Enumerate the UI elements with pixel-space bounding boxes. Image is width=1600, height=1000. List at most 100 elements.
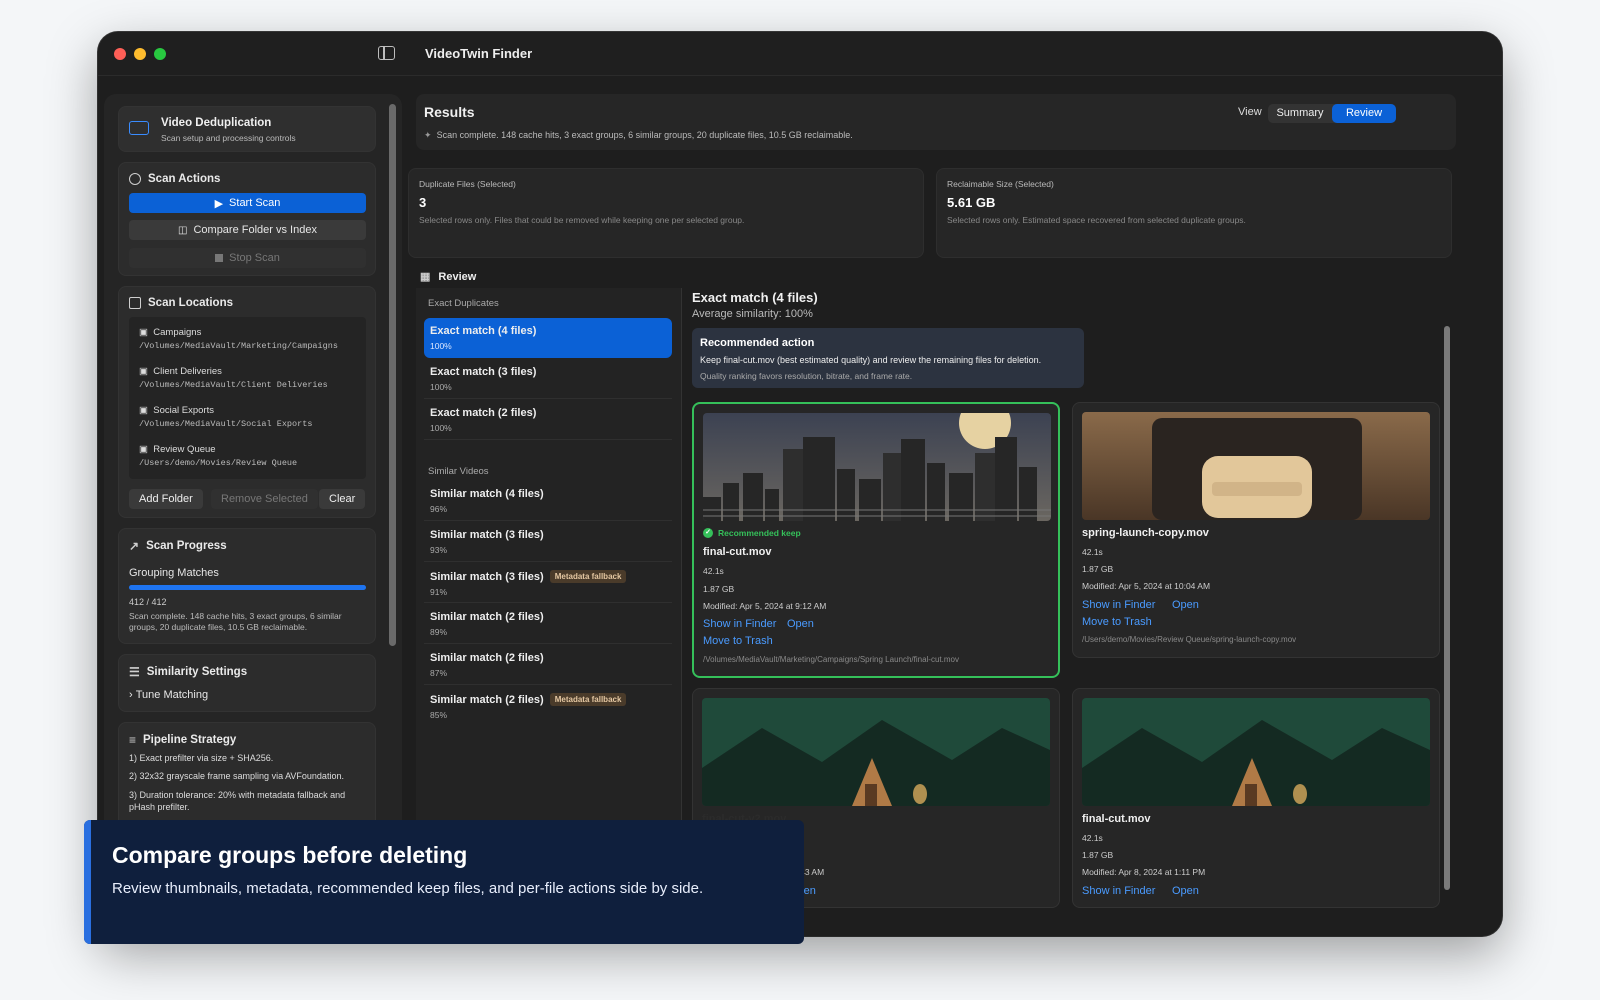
group-item[interactable]: Similar match (2 files) 89%	[424, 604, 672, 644]
group-item[interactable]: Similar match (3 files) Metadata fallback…	[424, 563, 672, 603]
metric-desc: Selected rows only. Estimated space reco…	[947, 215, 1246, 225]
remove-selected-button[interactable]: Remove Selected	[211, 489, 318, 509]
location-item[interactable]: ▣ Social Exports /Volumes/MediaVault/Soc…	[139, 405, 312, 429]
scan-progress-card: ↗ Scan Progress Grouping Matches 412 / 4…	[118, 528, 376, 644]
play-circle-icon	[129, 173, 141, 185]
city-skyline-thumbnail	[703, 413, 1051, 521]
similarity-heading: ☰ Similarity Settings	[129, 665, 247, 679]
file-modified: Modified: Apr 5, 2024 at 10:04 AM	[1082, 581, 1211, 591]
group-list: Exact Duplicates Exact match (4 files) 1…	[416, 288, 682, 908]
show-in-finder-link[interactable]: Show in Finder	[1082, 599, 1155, 611]
video-card-recommended[interactable]: ✓ Recommended keep final-cut.mov 42.1s 1…	[692, 402, 1060, 678]
exact-duplicates-heading: Exact Duplicates	[428, 298, 499, 309]
location-path: /Users/demo/Movies/Review Queue	[139, 458, 298, 468]
location-item[interactable]: ▣ Campaigns /Volumes/MediaVault/Marketin…	[139, 327, 338, 351]
pipeline-step: 1) Exact prefilter via size + SHA256.	[129, 753, 274, 763]
group-similarity: 89%	[430, 627, 448, 637]
sidebar-scrollbar[interactable]	[389, 104, 396, 646]
metric-desc: Selected rows only. Files that could be …	[419, 215, 745, 225]
location-name: Review Queue	[153, 444, 216, 455]
move-to-trash-link[interactable]: Move to Trash	[1082, 616, 1152, 628]
video-thumbnail	[1082, 698, 1430, 806]
progress-summary: Scan complete. 148 cache hits, 3 exact g…	[129, 611, 342, 632]
group-item[interactable]: Exact match (2 files) 100%	[424, 400, 672, 440]
caption-title: Compare groups before deleting	[112, 842, 468, 868]
tab-summary[interactable]: Summary	[1268, 104, 1332, 123]
scan-actions-title: Scan Actions	[148, 173, 221, 185]
compare-folder-button[interactable]: ◫ Compare Folder vs Index	[129, 220, 366, 240]
location-item[interactable]: ▣ Review Queue /Users/demo/Movies/Review…	[139, 444, 297, 468]
file-size: 1.87 GB	[1082, 850, 1114, 860]
recommendation-subtext: Quality ranking favors resolution, bitra…	[700, 371, 913, 381]
caption-accent-bar	[84, 820, 91, 944]
title-bar: VideoTwin Finder	[98, 32, 1502, 76]
close-window-button[interactable]	[114, 48, 126, 60]
minimize-window-button[interactable]	[134, 48, 146, 60]
group-similarity: 100%	[430, 423, 452, 433]
group-name: Exact match (3 files)	[430, 366, 537, 378]
detail-title: Exact match (4 files)	[692, 290, 818, 305]
results-status-text: Scan complete. 148 cache hits, 3 exact g…	[436, 130, 853, 140]
open-link[interactable]: Open	[1172, 885, 1199, 897]
video-card[interactable]: final-cut.mov 42.1s 1.87 GB Modified: Ap…	[1072, 688, 1440, 908]
scan-locations-heading: Scan Locations	[129, 297, 233, 309]
group-item[interactable]: Similar match (2 files) 87%	[424, 645, 672, 685]
results-status: ✦ Scan complete. 148 cache hits, 3 exact…	[424, 130, 853, 141]
file-name: final-cut.mov	[1082, 813, 1151, 825]
file-modified: Modified: Apr 8, 2024 at 1:11 PM	[1082, 867, 1206, 877]
scan-locations-card: Scan Locations ▣ Campaigns /Volumes/Medi…	[118, 286, 376, 518]
review-title: Review	[438, 270, 477, 283]
file-duration: 42.1s	[703, 566, 724, 576]
folder-icon	[129, 297, 141, 309]
group-name-text: Similar match (4 files)	[430, 488, 544, 500]
play-icon: ▶	[214, 197, 224, 210]
sidebar: Video Deduplication Scan setup and proce…	[104, 94, 402, 936]
main-content: Results ✦ Scan complete. 148 cache hits,…	[408, 94, 1496, 936]
group-item[interactable]: Similar match (4 files) 96%	[424, 481, 672, 521]
stop-icon	[215, 254, 224, 262]
group-item[interactable]: Similar match (2 files) Metadata fallback…	[424, 686, 672, 726]
file-name: spring-launch-copy.mov	[1082, 527, 1209, 539]
start-scan-button[interactable]: ▶ Start Scan	[129, 193, 366, 213]
open-link[interactable]: Open	[1172, 599, 1199, 611]
chart-icon: ↗	[129, 539, 140, 553]
metadata-fallback-badge: Metadata fallback	[549, 693, 627, 706]
recommended-keep-text: Recommended keep	[718, 528, 801, 538]
group-similarity: 87%	[430, 668, 448, 678]
group-similarity: 96%	[430, 504, 448, 514]
clear-button[interactable]: Clear	[319, 489, 366, 509]
group-item[interactable]: Similar match (3 files) 93%	[424, 522, 672, 562]
detail-scrollbar[interactable]	[1444, 326, 1450, 890]
group-name: Similar match (3 files)	[430, 529, 666, 541]
recommended-keep-label: ✓ Recommended keep	[703, 528, 801, 538]
sidebar-toggle-icon[interactable]	[378, 46, 395, 60]
grid-icon: ▦	[420, 271, 431, 283]
file-size: 1.87 GB	[703, 584, 735, 594]
video-icon	[129, 121, 149, 135]
duplicate-files-metric: Duplicate Files (Selected) 3 Selected ro…	[408, 168, 924, 258]
similarity-settings-card: ☰ Similarity Settings › Tune Matching	[118, 654, 376, 712]
open-link[interactable]: Open	[787, 618, 814, 630]
add-folder-button[interactable]: Add Folder	[129, 489, 203, 509]
location-item[interactable]: ▣ Client Deliveries /Volumes/MediaVault/…	[139, 366, 328, 390]
scan-progress-title: Scan Progress	[146, 540, 227, 552]
move-to-trash-link[interactable]: Move to Trash	[703, 635, 773, 647]
group-name: Similar match (2 files)	[430, 652, 666, 664]
video-thumbnail	[1082, 412, 1430, 520]
group-name: Similar match (2 files)	[430, 611, 666, 623]
stop-scan-button[interactable]: Stop Scan	[129, 248, 366, 268]
recommendation-title: Recommended action	[700, 337, 815, 349]
video-card[interactable]: spring-launch-copy.mov 42.1s 1.87 GB Mod…	[1072, 402, 1440, 658]
group-item[interactable]: Exact match (4 files) 100%	[424, 318, 672, 358]
tune-matching-disclosure[interactable]: › Tune Matching	[129, 689, 208, 701]
tab-review[interactable]: Review	[1332, 104, 1396, 123]
scan-actions-card: Scan Actions ▶ Start Scan ◫ Compare Folder…	[118, 162, 376, 276]
scan-progress-heading: ↗ Scan Progress	[129, 539, 227, 553]
zoom-window-button[interactable]	[154, 48, 166, 60]
show-in-finder-link[interactable]: Show in Finder	[1082, 885, 1155, 897]
group-item[interactable]: Exact match (3 files) 100%	[424, 359, 672, 399]
sidebar-header-card: Video Deduplication Scan setup and proce…	[118, 106, 376, 152]
progress-phase: Grouping Matches	[129, 567, 219, 579]
location-name: Social Exports	[153, 405, 214, 416]
show-in-finder-link[interactable]: Show in Finder	[703, 618, 776, 630]
